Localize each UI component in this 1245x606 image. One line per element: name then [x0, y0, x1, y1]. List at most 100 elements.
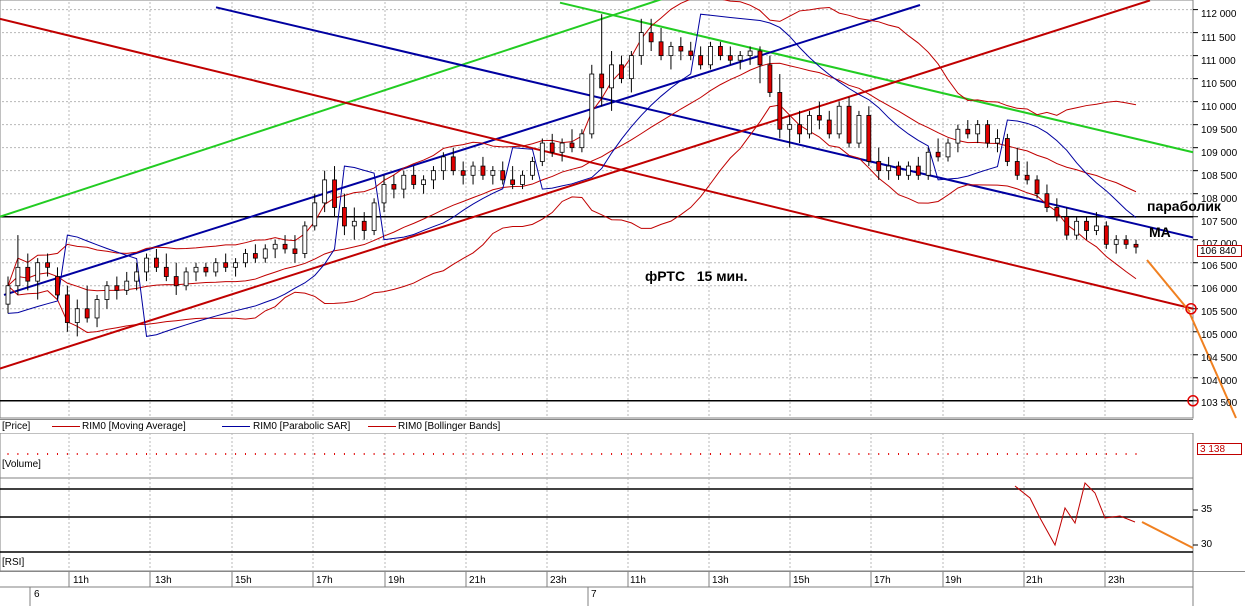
candle-body [124, 280, 130, 291]
price-tick: 104 000 [1201, 376, 1238, 387]
candle-body [1054, 207, 1060, 218]
price-tick: 105 500 [1201, 307, 1238, 318]
hour-label-7: 23h [550, 575, 567, 586]
candle-body [648, 32, 654, 43]
last-price-badge: 106 840 [1197, 245, 1242, 257]
price-tick: 110 000 [1201, 102, 1237, 113]
candle-body [530, 161, 535, 176]
candle-body [134, 271, 140, 282]
price-tick: 106 500 [1201, 261, 1238, 272]
hour-label-14: 23h [1108, 575, 1125, 586]
candle-body [609, 64, 614, 89]
candle-body [173, 276, 179, 287]
candle-body [1074, 220, 1080, 236]
day-label-2: 7 [591, 589, 597, 600]
price-tick: 112 000 [1201, 9, 1237, 20]
hour-label-13: 21h [1026, 575, 1043, 586]
candle-body [332, 179, 337, 208]
parabolic-annotation: параболик [1147, 198, 1221, 214]
hour-label-8: 11h [630, 575, 646, 586]
candle-body [995, 138, 1000, 144]
candle-body [15, 266, 21, 287]
day-label-1: 6 [34, 589, 40, 600]
ma-legend-label: RIM0 [Moving Average] [82, 421, 186, 432]
hour-label-1: 11h [73, 575, 89, 586]
candle-body [233, 262, 238, 268]
candle-body [866, 115, 872, 162]
candle-body [1084, 220, 1089, 231]
candle-body [520, 174, 525, 185]
candle-body [1123, 239, 1129, 245]
price-tick: 109 500 [1201, 125, 1238, 136]
hour-label-2: 13h [155, 575, 172, 586]
hour-label-10: 15h [793, 575, 810, 586]
candle-body [985, 124, 990, 144]
candle-body [5, 285, 11, 305]
candle-body [322, 179, 328, 204]
candle-body [84, 308, 90, 319]
candle-body [1103, 225, 1109, 245]
candle-body [1044, 193, 1050, 208]
candle-body [262, 248, 268, 259]
price-tick: 103 500 [1201, 398, 1238, 409]
candle-body [579, 133, 585, 149]
candle-body [252, 253, 258, 259]
price-legend-label: [Price] [2, 421, 31, 432]
candle-body [193, 266, 199, 273]
candle-body [431, 170, 436, 181]
candle-body [826, 119, 832, 135]
candle-body [747, 50, 753, 57]
volume-chart [0, 433, 1194, 478]
candle-body [727, 55, 733, 61]
candle-body [470, 165, 476, 176]
candle-body [223, 262, 229, 268]
hour-label-4: 17h [316, 575, 333, 586]
candle-body [549, 142, 555, 153]
price-chart [0, 0, 1237, 419]
candle-body [628, 55, 634, 80]
hour-label-12: 19h [945, 575, 962, 586]
candle-body [94, 299, 100, 319]
bb-legend-swatch [368, 426, 396, 427]
candle-body [678, 46, 684, 52]
candle-body [807, 115, 812, 135]
candle-body [638, 32, 644, 57]
candle-body [698, 55, 704, 66]
candle-body [816, 115, 822, 121]
price-tick: 109 000 [1201, 148, 1238, 159]
candle-body [490, 170, 496, 176]
candle-body [342, 207, 347, 227]
candle-body [480, 165, 486, 176]
candle-body [1004, 138, 1010, 162]
candle-body [351, 220, 357, 227]
candle-body [945, 142, 951, 158]
candle-body [836, 105, 842, 135]
time-axis [0, 571, 1245, 606]
candle-body [886, 165, 892, 172]
candle-body [183, 271, 189, 287]
candle-body [757, 50, 763, 66]
volume-pane: [Volume] 3 138 [0, 433, 1245, 478]
candle-body [896, 165, 901, 176]
candle-body [55, 276, 60, 296]
hour-label-3: 15h [235, 575, 252, 586]
candle-body [203, 266, 209, 273]
price-tick: 111 500 [1201, 33, 1236, 44]
candle-body [589, 73, 595, 135]
rsi-tick-30: 30 [1201, 539, 1213, 550]
candle-body [213, 262, 219, 273]
sar-legend-label: RIM0 [Parabolic SAR] [253, 421, 351, 432]
price-legend: [Price] RIM0 [Moving Average] RIM0 [Para… [0, 419, 1193, 434]
candle-body [718, 46, 723, 57]
candle-body [797, 124, 802, 135]
hour-label-11: 17h [874, 575, 891, 586]
rsi-pane: [RSI] 35 30 [0, 478, 1245, 573]
candle-body [361, 220, 367, 231]
candle-body [599, 73, 605, 89]
candle-body [35, 262, 41, 282]
candle-body [460, 170, 466, 176]
candle-body [1034, 179, 1040, 195]
candle-body [1014, 161, 1020, 176]
candle-body [708, 46, 713, 66]
volume-last-value: 3 138 [1197, 443, 1242, 455]
